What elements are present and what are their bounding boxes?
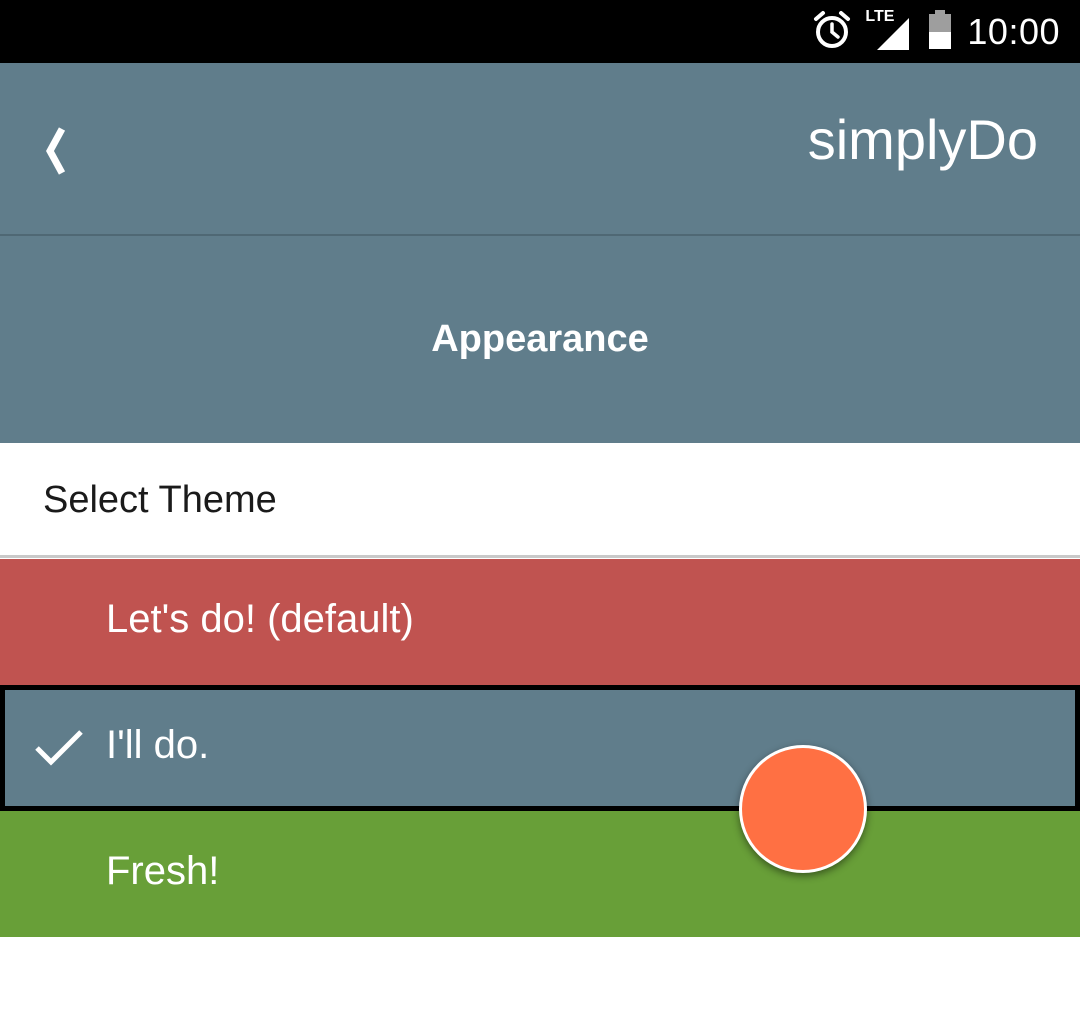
status-bar: LTE 10:00 xyxy=(0,0,1080,63)
theme-option-label: I'll do. xyxy=(106,723,210,767)
section-title: Appearance xyxy=(431,318,649,360)
alarm-icon xyxy=(813,10,851,54)
select-theme-label: Select Theme xyxy=(43,479,277,521)
status-icons: LTE 10:00 xyxy=(813,8,1060,56)
app-bar: simplyDo xyxy=(0,63,1080,234)
checkmark-icon xyxy=(33,726,85,774)
theme-option-ill-do[interactable]: I'll do. xyxy=(0,685,1080,811)
floating-action-button[interactable] xyxy=(739,745,867,873)
status-time: 10:00 xyxy=(967,11,1060,52)
list-divider xyxy=(0,555,1080,558)
theme-option-label: Let's do! (default) xyxy=(106,597,414,641)
chevron-left-icon xyxy=(40,125,70,181)
theme-option-fresh[interactable]: Fresh! xyxy=(0,811,1080,937)
signal-icon: LTE xyxy=(865,8,913,52)
theme-option-lets-do[interactable]: Let's do! (default) xyxy=(0,559,1080,685)
theme-option-label: Fresh! xyxy=(106,849,220,893)
section-header: Appearance xyxy=(0,236,1080,443)
app-title: simplyDo xyxy=(807,108,1038,171)
back-button[interactable] xyxy=(30,118,80,188)
battery-icon xyxy=(927,10,953,54)
select-theme-row[interactable]: Select Theme xyxy=(0,443,1080,555)
